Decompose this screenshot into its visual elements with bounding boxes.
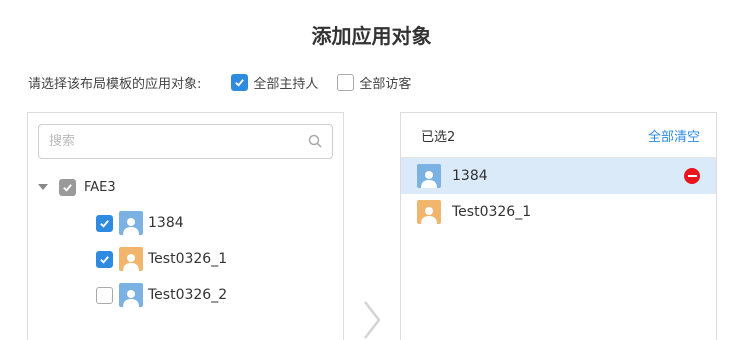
selected-item[interactable]: Test0326_1 [401,194,716,230]
target-label: 请选择该布局模板的应用对象: [28,76,202,92]
check-icon [235,78,245,87]
tree-item[interactable]: Test0326_1 [96,246,227,272]
tree-root-checkbox[interactable] [59,178,76,196]
all-hosts-option[interactable]: 全部主持人 [231,73,318,92]
candidate-panel: FAE3 1384 Test0326_1 Test0326_2 [27,112,344,340]
selected-item-label: 1384 [452,168,488,184]
tree-item-label: Test0326_1 [148,251,228,267]
clear-all-link[interactable]: 全部清空 [648,126,700,145]
selected-item-label: Test0326_1 [452,204,532,220]
tree-item[interactable]: 1384 [96,210,184,236]
user-avatar-icon [119,283,143,307]
user-avatar-icon [417,164,441,188]
selected-item[interactable]: 1384 [401,158,716,194]
all-hosts-checkbox[interactable] [231,73,249,91]
tree-item-checkbox[interactable] [96,286,113,304]
selected-panel-header: 已选2 全部清空 [401,113,716,158]
caret-down-icon[interactable] [38,184,48,190]
tree-item-checkbox[interactable] [96,214,113,232]
dialog-title: 添加应用对象 [311,24,432,48]
chevron-right-icon[interactable] [362,300,382,340]
check-icon [63,183,72,192]
remove-icon[interactable] [684,168,700,184]
selected-panel: 已选2 全部清空 1384 Test0326_1 [400,112,717,340]
tree-item-label: Test0326_2 [148,287,228,303]
all-guests-label: 全部访客 [359,76,412,92]
user-avatar-icon [417,200,441,224]
tree-item[interactable]: Test0326_2 [96,282,227,308]
check-icon [100,255,109,264]
user-avatar-icon [119,211,143,235]
tree-item-label: 1384 [148,215,184,231]
tree-item-checkbox[interactable] [96,250,113,268]
all-guests-checkbox[interactable] [337,73,355,91]
search-box [38,124,333,159]
selected-count: 已选2 [421,129,456,145]
user-avatar-icon [119,247,143,271]
target-selector-row: 请选择该布局模板的应用对象: 全部主持人 全部访客 [28,72,430,92]
search-input[interactable] [39,125,289,158]
tree-node-fae3: FAE3 [38,177,116,197]
tree-root-label: FAE3 [84,179,116,195]
all-guests-option[interactable]: 全部访客 [337,73,411,92]
all-hosts-label: 全部主持人 [253,76,319,92]
check-icon [100,219,109,228]
search-icon[interactable] [308,134,322,148]
